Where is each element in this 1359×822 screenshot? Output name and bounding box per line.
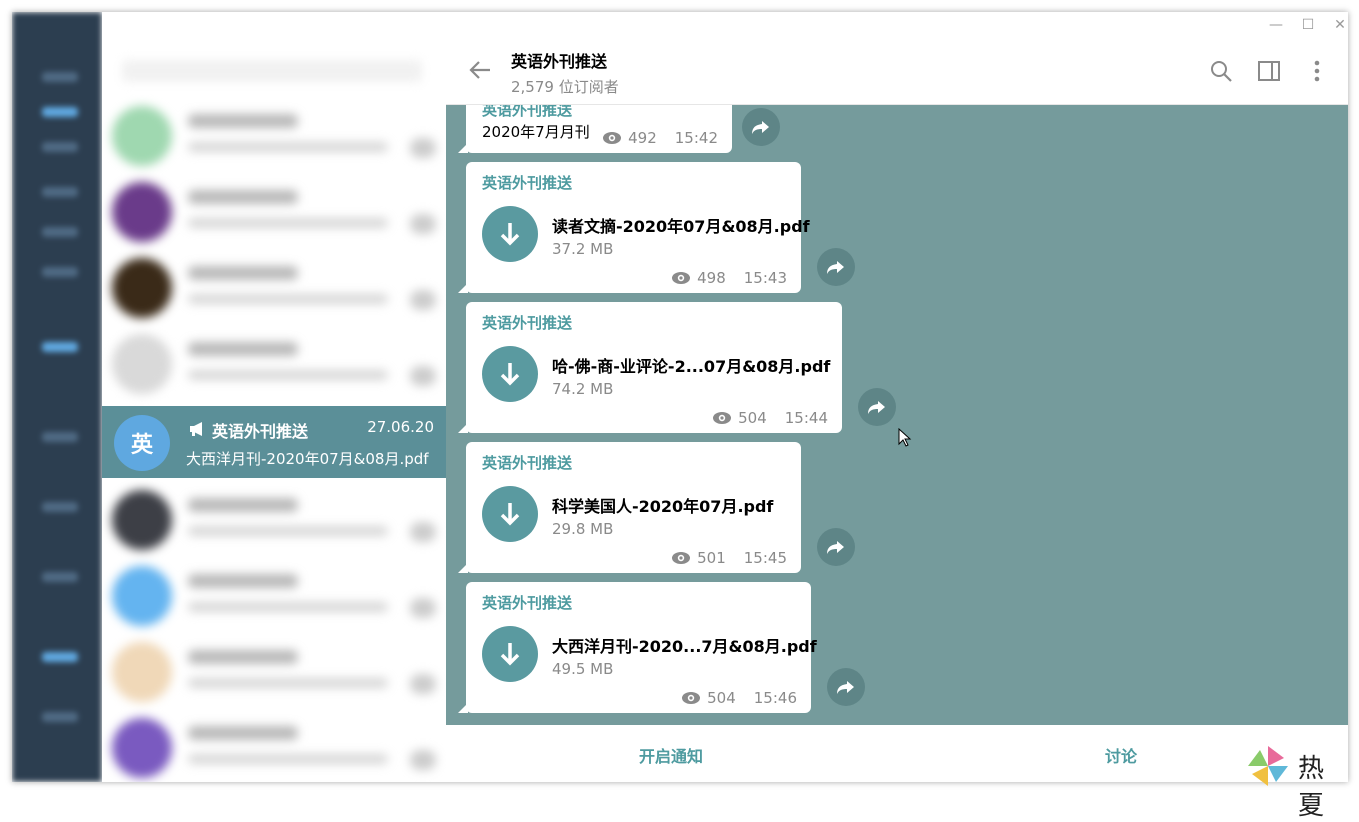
list-item[interactable] <box>102 634 446 710</box>
message-time: 15:43 <box>743 269 787 287</box>
views-icon <box>603 132 622 144</box>
forward-button[interactable] <box>827 668 865 706</box>
list-item[interactable] <box>102 174 446 250</box>
message-sender: 英语外刊推送 <box>482 174 573 192</box>
download-icon <box>500 643 520 666</box>
enable-notifications-button[interactable]: 开启通知 <box>639 743 703 767</box>
forward-icon <box>837 681 854 694</box>
chat-name: 英语外刊推送 <box>212 422 309 441</box>
message-meta: 498 15:43 <box>671 269 787 287</box>
close-button[interactable]: ✕ <box>1330 16 1348 34</box>
avatar: 英 <box>114 415 170 471</box>
discuss-button[interactable]: 讨论 <box>1105 743 1137 767</box>
message-text: 2020年7月月刊 <box>482 123 590 141</box>
forward-button[interactable] <box>817 528 855 566</box>
messages-area: 英语外刊推送 2020年7月月刊 492 15:42 英语外刊推送 读者文摘-2… <box>446 105 1348 725</box>
chat-date: 27.06.20 <box>367 418 434 436</box>
chat-header: 英语外刊推送 2,579 位订阅者 <box>446 38 1348 105</box>
view-count: 504 <box>707 689 736 707</box>
download-button[interactable] <box>482 206 538 262</box>
list-item[interactable] <box>102 326 446 402</box>
download-icon <box>500 363 520 386</box>
list-item[interactable] <box>102 558 446 634</box>
message-meta: 492 15:42 <box>602 129 718 147</box>
search-icon[interactable] <box>1208 58 1234 84</box>
file-size: 74.2 MB <box>552 380 614 398</box>
message-time: 15:42 <box>674 129 718 147</box>
list-item[interactable] <box>102 250 446 326</box>
sidebar-toggle-icon[interactable] <box>1256 58 1282 84</box>
message-sender: 英语外刊推送 <box>482 454 573 472</box>
channel-title[interactable]: 英语外刊推送 <box>511 48 607 72</box>
message-bubble[interactable]: 英语外刊推送 科学美国人-2020年07月.pdf 29.8 MB 501 15… <box>458 442 801 573</box>
file-name: 读者文摘-2020年07月&08月.pdf <box>552 217 810 236</box>
message-meta: 504 15:46 <box>681 689 797 707</box>
folder-sidebar <box>12 12 102 782</box>
message-bubble[interactable]: 英语外刊推送 哈-佛-商-业评论-2...07月&08月.pdf 74.2 MB… <box>458 302 842 433</box>
views-icon <box>672 272 691 284</box>
message-sender: 英语外刊推送 <box>482 105 573 119</box>
file-size: 49.5 MB <box>552 660 614 678</box>
watermark-text: 热夏 <box>1298 754 1329 821</box>
forward-button[interactable] <box>858 388 896 426</box>
message-sender: 英语外刊推送 <box>482 594 573 612</box>
view-count: 498 <box>697 269 726 287</box>
list-item[interactable] <box>102 482 446 558</box>
title-bar: — ☐ ✕ <box>446 12 1348 38</box>
message-time: 15:44 <box>784 409 828 427</box>
download-button[interactable] <box>482 486 538 542</box>
channel-bottom-bar: 开启通知 讨论 <box>446 725 1348 782</box>
view-count: 501 <box>697 549 726 567</box>
forward-button[interactable] <box>742 108 780 146</box>
message-bubble[interactable]: 英语外刊推送 读者文摘-2020年07月&08月.pdf 37.2 MB 498… <box>458 162 810 293</box>
message-time: 15:45 <box>743 549 787 567</box>
subscriber-count: 2,579 位订阅者 <box>511 78 619 96</box>
message-bubble[interactable]: 英语外刊推送 大西洋月刊-2020...7月&08月.pdf 49.5 MB 5… <box>458 582 817 713</box>
views-icon <box>682 692 701 704</box>
telegram-window: 英 英语外刊推送 27.06.20 大西洋月刊-2020年07月&08月.pdf… <box>12 12 1348 782</box>
forward-button[interactable] <box>817 248 855 286</box>
message-meta: 504 15:44 <box>712 409 828 427</box>
download-button[interactable] <box>482 346 538 402</box>
file-size: 29.8 MB <box>552 520 614 538</box>
download-icon <box>500 223 520 246</box>
forward-icon <box>868 401 885 414</box>
megaphone-icon <box>190 422 202 436</box>
views-icon <box>713 412 732 424</box>
list-item[interactable] <box>102 98 446 174</box>
message-meta: 501 15:45 <box>671 549 787 567</box>
chat-list: 英 英语外刊推送 27.06.20 大西洋月刊-2020年07月&08月.pdf <box>102 12 446 782</box>
minimize-button[interactable]: — <box>1266 16 1286 34</box>
more-options-icon[interactable] <box>1304 58 1330 84</box>
active-chat-item[interactable]: 英 英语外刊推送 27.06.20 大西洋月刊-2020年07月&08月.pdf <box>102 406 446 478</box>
list-item[interactable] <box>102 710 446 782</box>
view-count: 492 <box>628 129 657 147</box>
file-size: 37.2 MB <box>552 240 614 258</box>
file-name: 哈-佛-商-业评论-2...07月&08月.pdf <box>552 357 831 376</box>
search-input[interactable] <box>122 60 422 82</box>
view-count: 504 <box>738 409 767 427</box>
message-time: 15:46 <box>753 689 797 707</box>
back-arrow-icon[interactable] <box>466 56 494 84</box>
forward-icon <box>827 261 844 274</box>
download-icon <box>500 503 520 526</box>
maximize-button[interactable]: ☐ <box>1298 16 1318 34</box>
file-name: 科学美国人-2020年07月.pdf <box>552 497 774 516</box>
views-icon <box>672 552 691 564</box>
forward-icon <box>827 541 844 554</box>
forward-icon <box>752 121 769 134</box>
chat-last-message: 大西洋月刊-2020年07月&08月.pdf <box>186 450 429 468</box>
mouse-cursor-icon <box>898 428 912 447</box>
pinwheel-logo-icon <box>1248 746 1288 786</box>
message-bubble[interactable]: 英语外刊推送 2020年7月月刊 492 15:42 <box>458 105 732 153</box>
watermark: 热夏 <box>1244 742 1354 821</box>
file-name: 大西洋月刊-2020...7月&08月.pdf <box>552 637 817 656</box>
message-sender: 英语外刊推送 <box>482 314 573 332</box>
download-button[interactable] <box>482 626 538 682</box>
